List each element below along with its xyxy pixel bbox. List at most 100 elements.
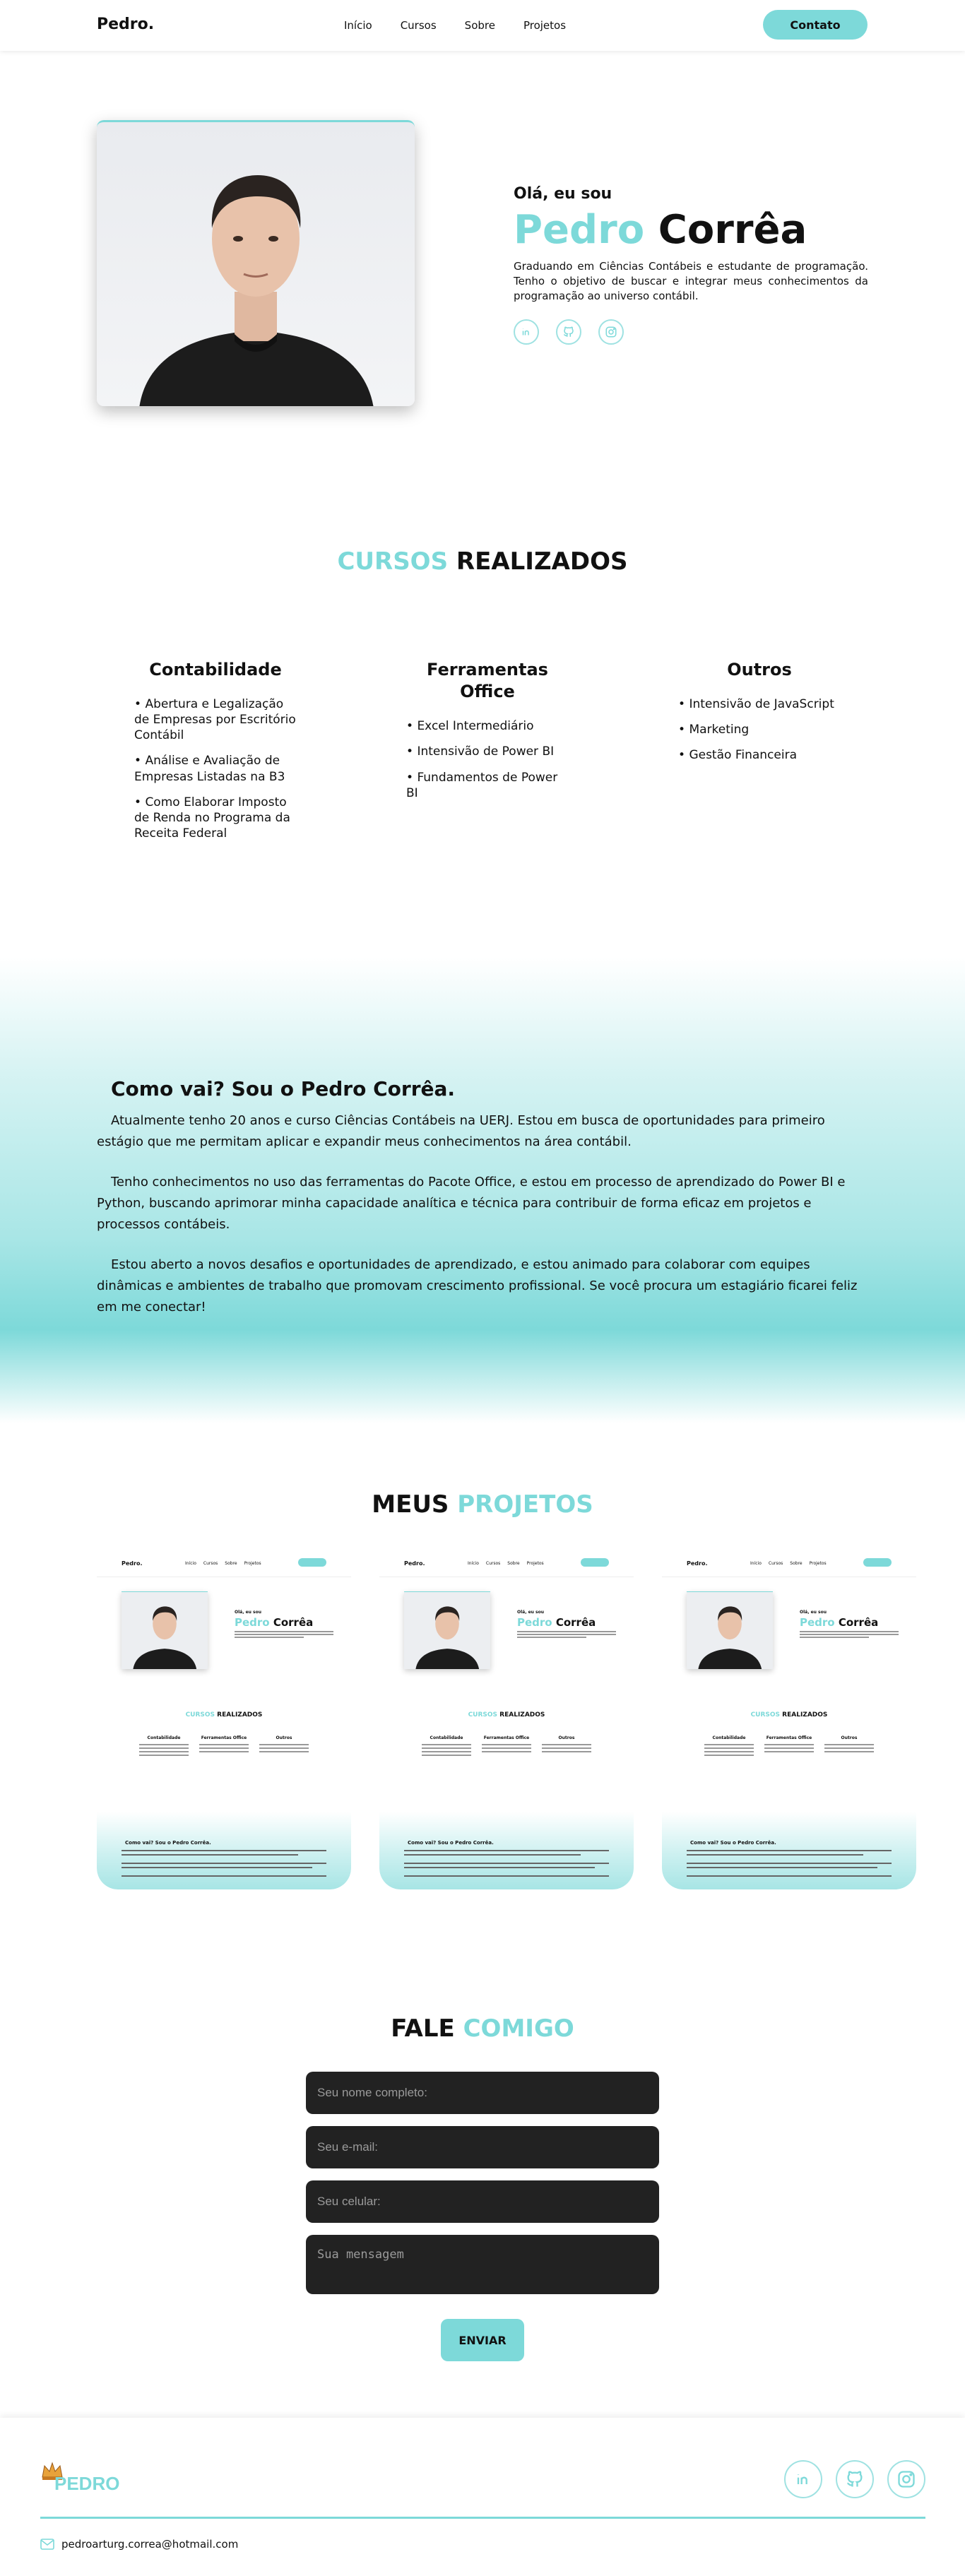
course-item: Intensivão de Power BI	[406, 744, 569, 759]
mini-courses-title: CURSOS REALIZADOS	[185, 1711, 263, 1719]
project-preview: Pedro. Início Cursos Sobre Projetos Olá, eu…	[97, 1550, 351, 1889]
course-column-title: Outros	[727, 660, 792, 679]
course-item: Como Elaborar Imposto de Renda no Progra…	[134, 795, 297, 841]
mini-courses-title: CURSOS REALIZADOS	[468, 1711, 545, 1719]
course-item: Marketing	[678, 722, 841, 737]
hero-greeting: Olá, eu sou	[514, 185, 612, 203]
about-title: Como vai? Sou o Pedro Corrêa.	[111, 1077, 456, 1100]
mini-header: Pedro. Início Cursos Sobre Projetos	[379, 1550, 634, 1577]
profile-photo	[97, 120, 415, 406]
github-icon[interactable]	[836, 2460, 874, 2498]
project-card[interactable]: Pedro. Início Cursos Sobre Projetos Olá, eu…	[379, 1550, 634, 1889]
mini-hero: Olá, eu sou Pedro Corrêa	[517, 1610, 616, 1639]
page: Pedro. Início Cursos Sobre Projetos Cont…	[0, 0, 965, 2576]
course-item: Fundamentos de Power BI	[406, 770, 569, 801]
mini-about: Como vai? Sou o Pedro Corrêa.	[662, 1812, 916, 1889]
phone-field[interactable]	[306, 2180, 659, 2223]
top-navbar: Pedro. Início Cursos Sobre Projetos Cont…	[0, 0, 965, 51]
course-column-title: Ferramentas Office	[427, 660, 548, 702]
mini-column: Outros	[824, 1735, 874, 1755]
instagram-icon[interactable]	[887, 2460, 925, 2498]
nav-link-cursos[interactable]: Cursos	[401, 19, 437, 32]
course-item: Excel Intermediário	[406, 718, 569, 734]
courses-title: CURSOS REALIZADOS	[0, 547, 965, 576]
mini-contact-button	[581, 1558, 609, 1567]
mini-brand: Pedro.	[122, 1560, 143, 1567]
mini-column: Ferramentas Office	[764, 1735, 814, 1755]
project-preview: Pedro. Início Cursos Sobre Projetos Olá, eu…	[662, 1550, 916, 1889]
mini-column: Contabilidade	[139, 1735, 189, 1758]
instagram-icon[interactable]	[598, 319, 624, 345]
course-column-outros: Outros Intensivão de JavaScript Marketin…	[678, 659, 841, 773]
nav-link-sobre[interactable]: Sobre	[465, 19, 495, 32]
mini-brand: Pedro.	[404, 1560, 425, 1567]
hero-last-name: Corrêa	[658, 207, 807, 253]
about-paragraph: Atualmente tenho 20 anos e curso Ciência…	[97, 1113, 825, 1149]
hero-name: Pedro Corrêa	[514, 208, 868, 252]
nav-link-inicio[interactable]: Início	[344, 19, 372, 32]
mini-about: Como vai? Sou o Pedro Corrêa.	[379, 1812, 634, 1889]
mini-hero: Olá, eu sou Pedro Corrêa	[235, 1610, 333, 1639]
main-nav: Início Cursos Sobre Projetos	[344, 19, 566, 32]
mini-hero: Olá, eu sou Pedro Corrêa	[800, 1610, 899, 1639]
contact-form	[306, 2072, 659, 2306]
mini-contact-button	[298, 1558, 326, 1567]
name-field[interactable]	[306, 2072, 659, 2114]
course-item: Gestão Financeira	[678, 747, 841, 763]
send-button[interactable]: ENVIAR	[441, 2319, 524, 2361]
mini-column: Contabilidade	[704, 1735, 754, 1758]
projects-title-rest: MEUS	[372, 1490, 449, 1519]
footer-email-text: pedroarturg.correa@hotmail.com	[61, 2538, 239, 2551]
mini-brand: Pedro.	[687, 1560, 708, 1567]
mini-about: Como vai? Sou o Pedro Corrêa.	[97, 1812, 351, 1889]
hero-intro: Olá, eu sou Pedro Corrêa Graduando em Ci…	[514, 185, 868, 345]
about-paragraph: Tenho conhecimentos no uso das ferrament…	[97, 1175, 846, 1232]
message-field[interactable]	[306, 2235, 659, 2294]
mini-column: Contabilidade	[422, 1735, 471, 1758]
project-card[interactable]: Pedro. Início Cursos Sobre Projetos Olá, eu…	[97, 1550, 351, 1889]
contact-title-accent: COMIGO	[463, 2014, 574, 2043]
mini-column: Outros	[259, 1735, 309, 1755]
mini-courses-title: CURSOS REALIZADOS	[750, 1711, 828, 1719]
footer-logo[interactable]: PEDRO	[40, 2460, 119, 2503]
course-column-title: Contabilidade	[149, 660, 282, 679]
email-field[interactable]	[306, 2126, 659, 2168]
mini-nav: Início Cursos Sobre Projetos	[468, 1561, 544, 1566]
footer-logo-text: PEDRO	[54, 2473, 120, 2494]
github-icon[interactable]	[556, 319, 581, 345]
courses-title-rest: REALIZADOS	[456, 547, 628, 576]
mini-header: Pedro. Início Cursos Sobre Projetos	[97, 1550, 351, 1577]
mini-photo	[687, 1591, 773, 1669]
linkedin-icon[interactable]	[514, 319, 539, 345]
nav-link-projetos[interactable]: Projetos	[523, 19, 566, 32]
contact-button[interactable]: Contato	[763, 10, 868, 40]
projects-title: MEUS PROJETOS	[0, 1490, 965, 1519]
project-card[interactable]: Pedro. Início Cursos Sobre Projetos Olá, eu…	[662, 1550, 916, 1889]
hero-bio: Graduando em Ciências Contábeis e estuda…	[514, 259, 868, 302]
about-section: Como vai? Sou o Pedro Corrêa. Atualmente…	[0, 957, 965, 1423]
linkedin-icon[interactable]	[784, 2460, 822, 2498]
courses-title-accent: CURSOS	[337, 547, 449, 576]
person-portrait-icon	[139, 175, 374, 406]
projects-title-accent: PROJETOS	[457, 1490, 593, 1519]
mini-column: Ferramentas Office	[199, 1735, 249, 1755]
footer-divider	[40, 2517, 925, 2519]
mini-nav: Início Cursos Sobre Projetos	[750, 1561, 827, 1566]
course-column-ferramentas: Ferramentas Office Excel Intermediário I…	[406, 659, 569, 811]
mini-contact-button	[863, 1558, 892, 1567]
footer-email[interactable]: pedroarturg.correa@hotmail.com	[40, 2538, 238, 2551]
hero-socials	[514, 319, 868, 345]
footer: PEDRO pedroarturg.correa@hotmail.com	[0, 2418, 965, 2576]
course-item: Intensivão de JavaScript	[678, 696, 841, 712]
mini-header: Pedro. Início Cursos Sobre Projetos	[662, 1550, 916, 1577]
contact-title-rest: FALE	[391, 2014, 455, 2043]
hero-first-name: Pedro	[514, 207, 645, 253]
brand-logo[interactable]: Pedro.	[97, 16, 154, 33]
mini-photo	[122, 1591, 208, 1669]
about-paragraph: Estou aberto a novos desafios e oportuni…	[97, 1257, 858, 1314]
contact-title: FALE COMIGO	[0, 2014, 965, 2043]
mini-nav: Início Cursos Sobre Projetos	[185, 1561, 261, 1566]
project-preview: Pedro. Início Cursos Sobre Projetos Olá, eu…	[379, 1550, 634, 1889]
course-item: Análise e Avaliação de Empresas Listadas…	[134, 753, 297, 784]
course-column-contabilidade: Contabilidade Abertura e Legalização de …	[134, 659, 297, 851]
